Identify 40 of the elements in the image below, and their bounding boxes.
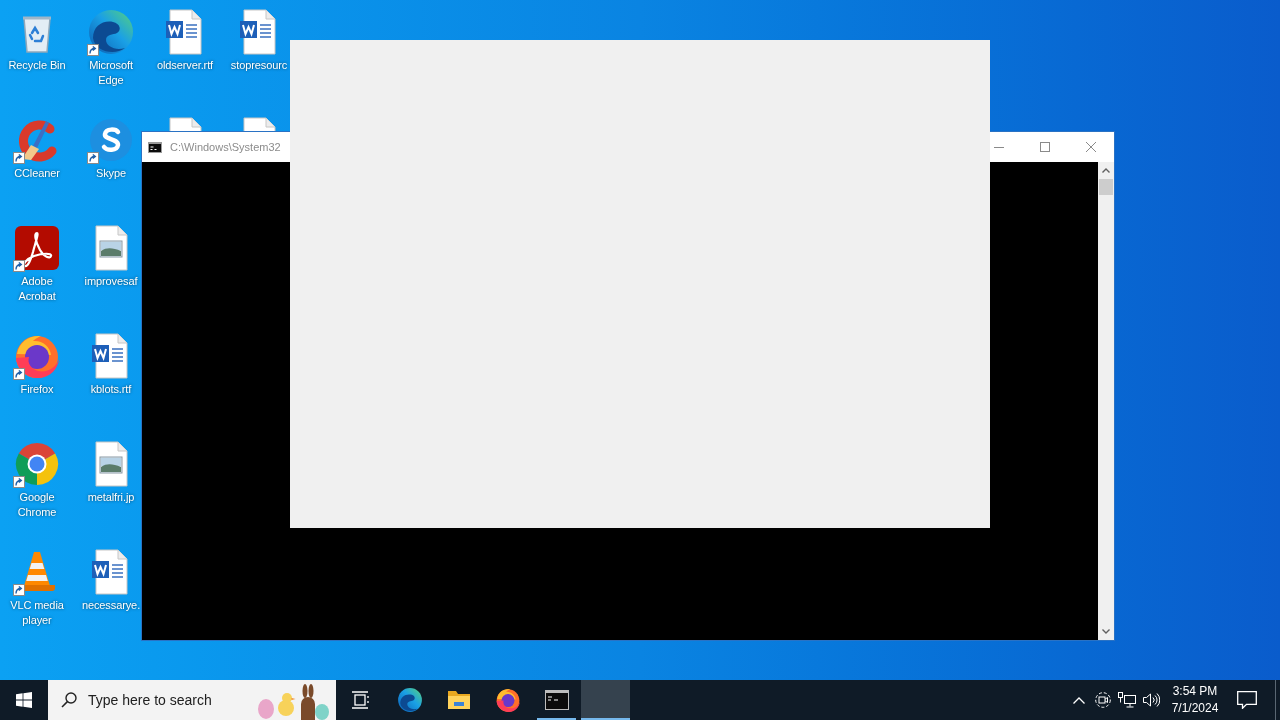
desktop-item[interactable]: Microsoft Edge [77, 8, 145, 88]
desktop-item[interactable]: stopresourc [230, 8, 288, 73]
close-icon [1086, 142, 1096, 152]
desktop-item[interactable]: Google Chrome [3, 440, 71, 520]
desktop-item[interactable]: Firefox [13, 332, 61, 397]
clock-button[interactable]: 3:54 PM 7/1/2024 [1163, 680, 1227, 720]
acrobat-icon [13, 224, 61, 272]
desktop-item[interactable]: Recycle Bin [8, 8, 66, 73]
skype-icon [87, 116, 135, 164]
firefox-icon [494, 687, 521, 713]
desktop-item[interactable]: CCleaner [13, 116, 61, 181]
folder-icon [446, 690, 471, 710]
windows-logo-icon [16, 692, 32, 708]
search-field[interactable]: Type here to search [48, 680, 336, 720]
maximize-icon [1040, 142, 1050, 152]
task-view-icon [350, 691, 371, 709]
chevron-up-icon [1102, 168, 1110, 173]
notification-icon[interactable] [1237, 691, 1257, 709]
desktop-item[interactable]: Skype [87, 116, 135, 181]
console-icon [148, 141, 162, 153]
minimize-icon [994, 146, 1004, 148]
edge-icon [87, 8, 135, 56]
search-icon [61, 692, 77, 708]
chevron-up-icon[interactable] [1073, 696, 1085, 704]
edge-icon [396, 687, 423, 713]
desktop-item[interactable]: VLC media player [3, 548, 71, 628]
volume-icon[interactable] [1142, 692, 1160, 708]
desktop-item[interactable]: improvesaf [84, 224, 138, 289]
console-icon [544, 690, 569, 710]
camera-icon[interactable] [1095, 692, 1111, 708]
desktop-item[interactable]: Adobe Acrobat [3, 224, 71, 304]
desktop-item[interactable]: metalfri.jp [87, 440, 135, 505]
desktop-item[interactable]: oldserver.rtf [156, 8, 214, 73]
window-title: C:\Windows\System32 [170, 139, 281, 155]
chevron-down-icon [1102, 629, 1110, 634]
desktop-item[interactable]: necessarye. [81, 548, 141, 613]
network-icon[interactable] [1118, 692, 1136, 708]
desktop-item[interactable]: kblots.rtf [87, 332, 135, 397]
scrollbar-thumb[interactable] [1099, 179, 1113, 195]
chrome-icon [13, 440, 61, 488]
